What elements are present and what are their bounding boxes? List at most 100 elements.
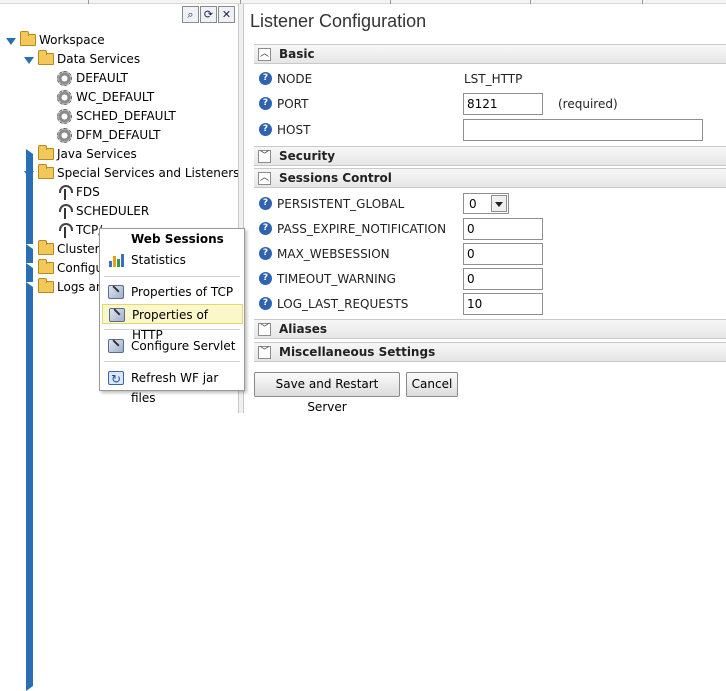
help-icon[interactable]: ? [259, 97, 272, 110]
tree-node-label: WC_DEFAULT [76, 90, 155, 104]
menu-item-statistics[interactable]: Statistics [102, 250, 243, 270]
help-icon[interactable]: ? [259, 247, 272, 260]
gear-icon [57, 109, 72, 124]
tree-node-label: Special Services and Listeners [57, 166, 240, 180]
field-row-log-last-requests: ? LOG_LAST_REQUESTS [254, 292, 726, 317]
port-input[interactable] [463, 93, 543, 115]
expanded-arrow-icon[interactable] [6, 38, 16, 45]
collapse-chevron-icon[interactable]: ︿ [258, 48, 271, 61]
help-icon[interactable]: ? [259, 123, 272, 136]
menu-item-label: Configure Servlet [131, 339, 236, 353]
tree-node-cluster[interactable]: Cluster M [0, 240, 508, 653]
context-menu: Web Sessions Statistics Properties of TC… [99, 228, 245, 405]
menu-item-label: Refresh WF jar files [131, 371, 219, 405]
menu-item-properties-tcp[interactable]: Properties of TCP [102, 282, 243, 302]
tree-node-java-services[interactable]: Java Services [0, 145, 508, 558]
tree-node-special-services[interactable]: Special Services and Listeners [0, 164, 240, 183]
chevron-down-icon[interactable] [491, 195, 507, 212]
field-label: LOG_LAST_REQUESTS [277, 297, 409, 311]
section-title: Miscellaneous Settings [279, 345, 436, 359]
menu-separator [104, 361, 240, 362]
close-icon[interactable]: ✕ [218, 6, 235, 23]
antenna-icon [58, 204, 73, 219]
field-label: PERSISTENT_GLOBAL [277, 197, 405, 211]
tree-node-label: SCHED_DEFAULT [76, 109, 176, 123]
max-websession-input[interactable] [463, 243, 543, 265]
timeout-warning-input[interactable] [463, 268, 543, 290]
field-label: PASS_EXPIRE_NOTIFICATION [277, 222, 447, 236]
menu-header-web-sessions: Web Sessions [102, 229, 243, 249]
save-and-restart-button[interactable]: Save and Restart Server [254, 372, 400, 414]
section-miscellaneous[interactable]: ﹀ Miscellaneous Settings [254, 342, 726, 362]
help-icon[interactable]: ? [259, 72, 272, 85]
antenna-icon [58, 185, 73, 200]
pass-expire-input[interactable] [463, 218, 543, 240]
folder-open-icon [38, 164, 54, 179]
properties-tool-icon [108, 285, 124, 299]
refresh-icon[interactable]: ⟳ [200, 6, 217, 23]
menu-item-properties-http[interactable]: Properties of HTTP [102, 304, 243, 342]
folder-icon [38, 240, 54, 255]
tree-toolbar: ⌕ ⟳ ✕ [174, 4, 244, 26]
host-input[interactable] [463, 119, 703, 141]
bar-chart-icon [108, 253, 124, 267]
help-icon[interactable]: ? [259, 297, 272, 310]
help-icon[interactable]: ? [259, 197, 272, 210]
folder-icon [38, 145, 54, 160]
persistent-global-select[interactable]: 0 [463, 193, 509, 214]
gear-icon [57, 128, 72, 143]
section-aliases[interactable]: ﹀ Aliases [254, 319, 726, 339]
expand-chevron-icon[interactable]: ﹀ [258, 323, 271, 336]
section-title: Security [279, 149, 336, 163]
log-last-requests-input[interactable] [463, 293, 543, 315]
tree-node-default[interactable]: DEFAULT [0, 69, 200, 88]
select-value: 0 [469, 197, 477, 211]
field-row-persistent-global: ? PERSISTENT_GLOBAL 0 [254, 192, 726, 217]
tree-node-label: SCHEDULER [76, 204, 150, 218]
section-title: Aliases [279, 322, 328, 336]
field-row-node: ? NODE LST_HTTP [254, 67, 726, 92]
tree-node-label: Data Services [57, 52, 141, 66]
tree-node-dfm-default[interactable]: DFM_DEFAULT [0, 126, 200, 145]
tree-node-tcp[interactable]: TCP/ [0, 221, 102, 240]
antenna-icon [58, 223, 73, 238]
tree-node-logs[interactable]: Logs and [0, 278, 508, 691]
field-label: HOST [277, 123, 311, 137]
tree-node-scheduler[interactable]: SCHEDULER [0, 202, 200, 221]
menu-item-configure-servlet[interactable]: Configure Servlet [102, 336, 243, 356]
tree-node-workspace[interactable]: Workspace [0, 31, 200, 50]
tree-node-label: Configu [57, 261, 104, 275]
expand-chevron-icon[interactable]: ﹀ [258, 346, 271, 359]
tree-node-label: DFM_DEFAULT [76, 128, 161, 142]
field-row-host: ? HOST [254, 118, 726, 143]
menu-header-label: Web Sessions [131, 232, 224, 246]
expand-chevron-icon[interactable]: ﹀ [258, 150, 271, 163]
refresh-jar-icon [108, 369, 124, 389]
expanded-arrow-icon[interactable] [24, 171, 34, 178]
field-label: TIMEOUT_WARNING [277, 272, 396, 286]
tree-node-wc-default[interactable]: WC_DEFAULT [0, 88, 200, 107]
tree-node-label: FDS [76, 185, 100, 199]
collapse-chevron-icon[interactable]: ︿ [258, 172, 271, 185]
tree-node-label: Workspace [39, 33, 105, 47]
node-value: LST_HTTP [464, 72, 523, 86]
menu-item-label: Statistics [131, 253, 186, 267]
tree-node-configure[interactable]: Configu [0, 259, 508, 672]
menu-separator [104, 329, 240, 330]
tree-node-sched-default[interactable]: SCHED_DEFAULT [0, 107, 200, 126]
tree-node-fds[interactable]: FDS [0, 183, 200, 202]
expanded-arrow-icon[interactable] [24, 57, 34, 64]
field-row-timeout-warning: ? TIMEOUT_WARNING [254, 267, 726, 292]
section-basic[interactable]: ︿ Basic [254, 44, 726, 64]
menu-item-refresh-wf-jar[interactable]: Refresh WF jar files [102, 368, 243, 405]
cancel-button[interactable]: Cancel [406, 372, 458, 397]
section-security[interactable]: ﹀ Security [254, 146, 726, 166]
section-sessions-control[interactable]: ︿ Sessions Control [254, 168, 726, 188]
field-label: MAX_WEBSESSION [277, 247, 390, 261]
binoculars-icon[interactable]: ⌕ [182, 6, 199, 23]
help-icon[interactable]: ? [259, 222, 272, 235]
tree-node-label: DEFAULT [76, 71, 128, 85]
tree-node-data-services[interactable]: Data Services [0, 50, 200, 69]
help-icon[interactable]: ? [259, 272, 272, 285]
menu-separator [104, 276, 240, 277]
